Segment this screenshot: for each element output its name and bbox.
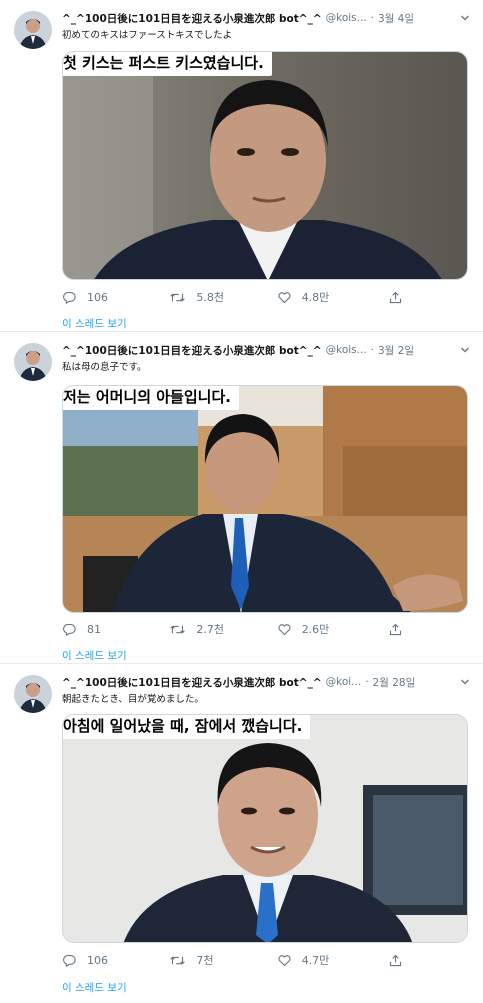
photo-caption: 첫 키스는 퍼스트 키스였습니다. (63, 52, 272, 76)
tweet-actions: 106 5.8천 4.8만 (62, 287, 413, 307)
share-icon (389, 623, 402, 635)
avatar[interactable] (14, 343, 52, 381)
author-name[interactable]: ^_^100日後に101日目を迎える小泉進次郎 bot^_^ (62, 343, 322, 358)
like-button[interactable]: 2.6만 (277, 621, 388, 637)
tweet-photo[interactable]: 아침에 일어났을 때, 잠에서 깼습니다. (62, 714, 468, 943)
like-count: 4.8만 (301, 291, 330, 304)
heart-icon (278, 954, 291, 966)
tweet-date[interactable]: 3월 4일 (378, 11, 414, 26)
avatar-image (14, 343, 52, 381)
tweet[interactable]: ^_^100日後に101日目を迎える小泉進次郎 bot^_^ @kois... … (0, 0, 483, 332)
tweet-header: ^_^100日後に101日目を迎える小泉進次郎 bot^_^ @kois... … (62, 342, 473, 358)
separator-dot: · (365, 676, 369, 688)
tweet-date[interactable]: 2월 28일 (373, 675, 416, 690)
author-name[interactable]: ^_^100日後に101日目を迎える小泉進次郎 bot^_^ (62, 11, 322, 26)
photo-image (63, 52, 467, 279)
heart-icon (278, 623, 291, 635)
tweet-header: ^_^100日後に101日目を迎える小泉進次郎 bot^_^ @kois... … (62, 10, 473, 26)
reply-icon (63, 954, 76, 967)
retweet-button[interactable]: 5.8천 (169, 289, 276, 305)
tweet-photo[interactable]: 첫 키스는 퍼스트 키스였습니다. (62, 51, 468, 280)
tweet-photo[interactable]: 저는 어머니의 아들입니다. (62, 385, 468, 613)
chevron-down-icon[interactable] (457, 674, 473, 690)
reply-button[interactable]: 81 (62, 622, 169, 637)
avatar[interactable] (14, 11, 52, 49)
reply-count: 81 (87, 622, 101, 636)
avatar-image (14, 11, 52, 49)
retweet-count: 2.7천 (196, 623, 224, 636)
photo-image (63, 715, 467, 942)
share-icon (389, 291, 402, 303)
photo-caption: 저는 어머니의 아들입니다. (63, 386, 239, 410)
show-thread-link[interactable]: 이 스레드 보기 (62, 316, 127, 331)
reply-icon (63, 623, 76, 636)
tweet[interactable]: ^_^100日後に101日目を迎える小泉進次郎 bot^_^ @kois... … (0, 332, 483, 664)
separator-dot: · (370, 344, 374, 356)
chevron-down-icon[interactable] (457, 342, 473, 358)
tweet-text: 私は母の息子です。 (62, 362, 147, 373)
tweet-date[interactable]: 3월 2일 (378, 343, 414, 358)
reply-count: 106 (87, 290, 108, 304)
timeline-feed: ^_^100日後に101日目を迎える小泉進次郎 bot^_^ @kois... … (0, 0, 483, 1003)
reply-count: 106 (87, 953, 108, 967)
separator-dot: · (370, 12, 374, 24)
author-name[interactable]: ^_^100日後に101日目を迎える小泉進次郎 bot^_^ (62, 675, 322, 690)
show-thread-link[interactable]: 이 스레드 보기 (62, 980, 127, 995)
tweet[interactable]: ^_^100日後に101日目を迎える小泉進次郎 bot^_^ @koi... ·… (0, 664, 483, 1003)
tweet-actions: 106 7천 4.7만 (62, 950, 413, 970)
author-handle[interactable]: @koi... (326, 676, 362, 688)
tweet-actions: 81 2.7천 2.6만 (62, 619, 413, 639)
like-count: 4.7만 (301, 954, 330, 967)
tweet-header: ^_^100日後に101日目を迎える小泉進次郎 bot^_^ @koi... ·… (62, 674, 473, 690)
retweet-icon (170, 293, 186, 301)
retweet-icon (170, 625, 186, 633)
avatar[interactable] (14, 675, 52, 713)
retweet-button[interactable]: 2.7천 (169, 621, 276, 637)
author-handle[interactable]: @kois... (326, 344, 367, 356)
retweet-count: 5.8천 (196, 291, 224, 304)
retweet-button[interactable]: 7천 (169, 952, 276, 968)
heart-icon (278, 291, 291, 303)
retweet-count: 7천 (196, 954, 214, 967)
reply-button[interactable]: 106 (62, 953, 169, 968)
share-button[interactable] (388, 290, 413, 305)
chevron-down-icon[interactable] (457, 10, 473, 26)
photo-image (63, 386, 467, 612)
tweet-text: 初めてのキスはファーストキスでしたよ (62, 30, 232, 41)
avatar-image (14, 675, 52, 713)
retweet-icon (170, 956, 186, 964)
photo-caption: 아침에 일어났을 때, 잠에서 깼습니다. (63, 715, 311, 739)
reply-button[interactable]: 106 (62, 290, 169, 305)
reply-icon (63, 291, 76, 304)
tweet-text: 朝起きたとき、目が覚めました。 (62, 694, 204, 705)
like-button[interactable]: 4.7만 (277, 952, 388, 968)
share-button[interactable] (388, 622, 413, 637)
show-thread-link[interactable]: 이 스레드 보기 (62, 648, 127, 663)
share-icon (389, 954, 402, 966)
share-button[interactable] (388, 953, 413, 968)
like-button[interactable]: 4.8만 (277, 289, 388, 305)
author-handle[interactable]: @kois... (326, 12, 367, 24)
like-count: 2.6만 (301, 623, 330, 636)
